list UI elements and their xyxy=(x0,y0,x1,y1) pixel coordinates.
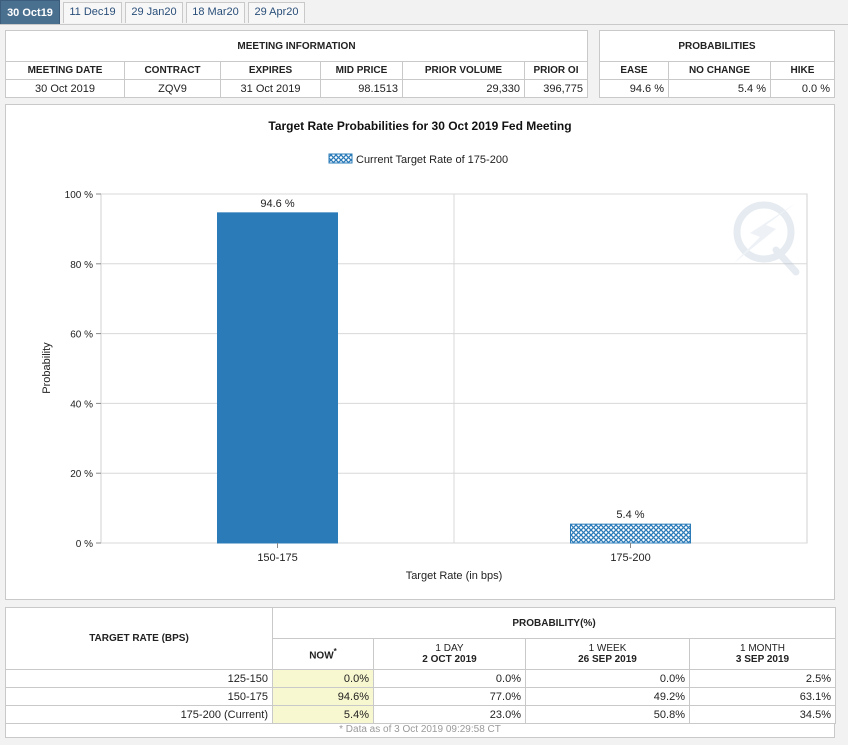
header-expires: EXPIRES xyxy=(220,61,321,80)
header-now-mark: * xyxy=(333,646,337,656)
y-axis-label: Probability xyxy=(41,342,53,394)
data-label: 5.4 % xyxy=(616,509,644,521)
data-label: 94.6 % xyxy=(260,198,294,210)
header-hike: HIKE xyxy=(770,61,835,80)
header-meeting-date: MEETING DATE xyxy=(5,61,125,80)
y-tick-label: 0 % xyxy=(76,539,93,550)
chart-legend: Current Target Rate of 175-200 xyxy=(328,153,508,166)
probabilities-title: PROBABILITIES xyxy=(599,30,835,62)
hike-value: 0.0 % xyxy=(770,79,835,98)
data-timestamp-footnote: * Data as of 3 Oct 2019 09:29:58 CT xyxy=(5,724,835,738)
meeting-information-title: MEETING INFORMATION xyxy=(5,30,588,62)
row-1-month: 34.5% xyxy=(689,705,836,724)
row-now: 94.6% xyxy=(272,687,374,706)
header-prior-volume: PRIOR VOLUME xyxy=(402,61,525,80)
header-1-month: 1 MONTH 3 SEP 2019 xyxy=(689,638,836,670)
header-probability: PROBABILITY(%) xyxy=(272,607,836,639)
row-1-week: 0.0% xyxy=(525,669,690,688)
x-axis-label: Target Rate (in bps) xyxy=(406,570,503,582)
target-rate-chart-panel: Target Rate Probabilities for 30 Oct 201… xyxy=(5,104,835,600)
y-tick-label: 40 % xyxy=(70,399,93,410)
tab-18-mar20[interactable]: 18 Mar20 xyxy=(186,2,245,23)
y-axis-ticks: 0 % 20 % 40 % 60 % 80 % 100 % xyxy=(65,190,93,550)
legend-label: Current Target Rate of 175-200 xyxy=(356,154,508,166)
target-rate-chart: Target Rate Probabilities for 30 Oct 201… xyxy=(41,119,808,582)
header-contract: CONTRACT xyxy=(124,61,221,80)
x-tick-label: 150-175 xyxy=(257,552,297,564)
header-1-month-date: 3 SEP 2019 xyxy=(735,654,790,665)
x-tick-label: 175-200 xyxy=(610,552,650,564)
table-row: 125-150 0.0% 0.0% 0.0% 2.5% xyxy=(5,669,836,688)
row-1-week: 49.2% xyxy=(525,687,690,706)
header-1-week-date: 26 SEP 2019 xyxy=(578,654,637,665)
ease-value: 94.6 % xyxy=(599,79,669,98)
row-1-day: 0.0% xyxy=(373,669,526,688)
table-row: 175-200 (Current) 5.4% 23.0% 50.8% 34.5% xyxy=(5,705,836,724)
header-1-day: 1 DAY 2 OCT 2019 xyxy=(373,638,526,670)
header-mid-price: MID PRICE xyxy=(320,61,403,80)
header-1-day-date: 2 OCT 2019 xyxy=(422,654,477,665)
tab-11-dec19[interactable]: 11 Dec19 xyxy=(63,2,122,23)
x-axis-ticks: 150-175 175-200 xyxy=(257,543,651,564)
row-now: 0.0% xyxy=(272,669,374,688)
header-prior-oi: PRIOR OI xyxy=(524,61,588,80)
y-tick-label: 80 % xyxy=(70,260,93,271)
bar-175-200 xyxy=(570,523,691,544)
watermark-logo-icon xyxy=(733,201,800,276)
table-row: 150-175 94.6% 77.0% 49.2% 63.1% xyxy=(5,687,836,706)
header-now-label: NOW xyxy=(309,650,334,662)
legend-swatch xyxy=(328,153,353,164)
expires-value: 31 Oct 2019 xyxy=(220,79,321,98)
y-tick-label: 20 % xyxy=(70,469,93,480)
header-ease: EASE xyxy=(599,61,669,80)
chart-title: Target Rate Probabilities for 30 Oct 201… xyxy=(268,119,571,133)
no-change-value: 5.4 % xyxy=(668,79,771,98)
row-1-month: 63.1% xyxy=(689,687,836,706)
meeting-tabs: 30 Oct19 11 Dec19 29 Jan20 18 Mar20 29 A… xyxy=(0,0,848,25)
row-now: 5.4% xyxy=(272,705,374,724)
mid-price-value: 98.1513 xyxy=(320,79,403,98)
meeting-date-value: 30 Oct 2019 xyxy=(5,79,125,98)
row-rate: 150-175 xyxy=(5,687,273,706)
y-tick-label: 100 % xyxy=(65,190,93,201)
header-1-week-label: 1 WEEK xyxy=(588,643,627,654)
tab-29-jan20[interactable]: 29 Jan20 xyxy=(125,2,183,23)
header-1-day-label: 1 DAY xyxy=(435,643,464,654)
header-1-week: 1 WEEK 26 SEP 2019 xyxy=(525,638,690,670)
header-no-change: NO CHANGE xyxy=(668,61,771,80)
row-rate: 125-150 xyxy=(5,669,273,688)
tab-30-oct19[interactable]: 30 Oct19 xyxy=(0,0,60,24)
prior-oi-value: 396,775 xyxy=(524,79,588,98)
bar-150-175 xyxy=(217,212,338,544)
prior-volume-value: 29,330 xyxy=(402,79,525,98)
meeting-information-table: MEETING INFORMATION MEETING DATE CONTRAC… xyxy=(5,30,588,98)
row-1-day: 77.0% xyxy=(373,687,526,706)
header-1-month-label: 1 MONTH xyxy=(740,643,785,654)
row-1-month: 2.5% xyxy=(689,669,836,688)
row-1-week: 50.8% xyxy=(525,705,690,724)
probabilities-table: PROBABILITIES EASE NO CHANGE HIKE 94.6 %… xyxy=(599,30,835,98)
row-rate: 175-200 (Current) xyxy=(5,705,273,724)
header-target-rate: TARGET RATE (BPS) xyxy=(5,607,273,670)
header-now: NOW* xyxy=(272,638,374,670)
contract-value: ZQV9 xyxy=(124,79,221,98)
probability-history-table: TARGET RATE (BPS) PROBABILITY(%) NOW* 1 … xyxy=(5,607,836,724)
row-1-day: 23.0% xyxy=(373,705,526,724)
y-tick-label: 60 % xyxy=(70,330,93,341)
grid-lines xyxy=(96,193,807,544)
tab-29-apr20[interactable]: 29 Apr20 xyxy=(248,2,305,23)
